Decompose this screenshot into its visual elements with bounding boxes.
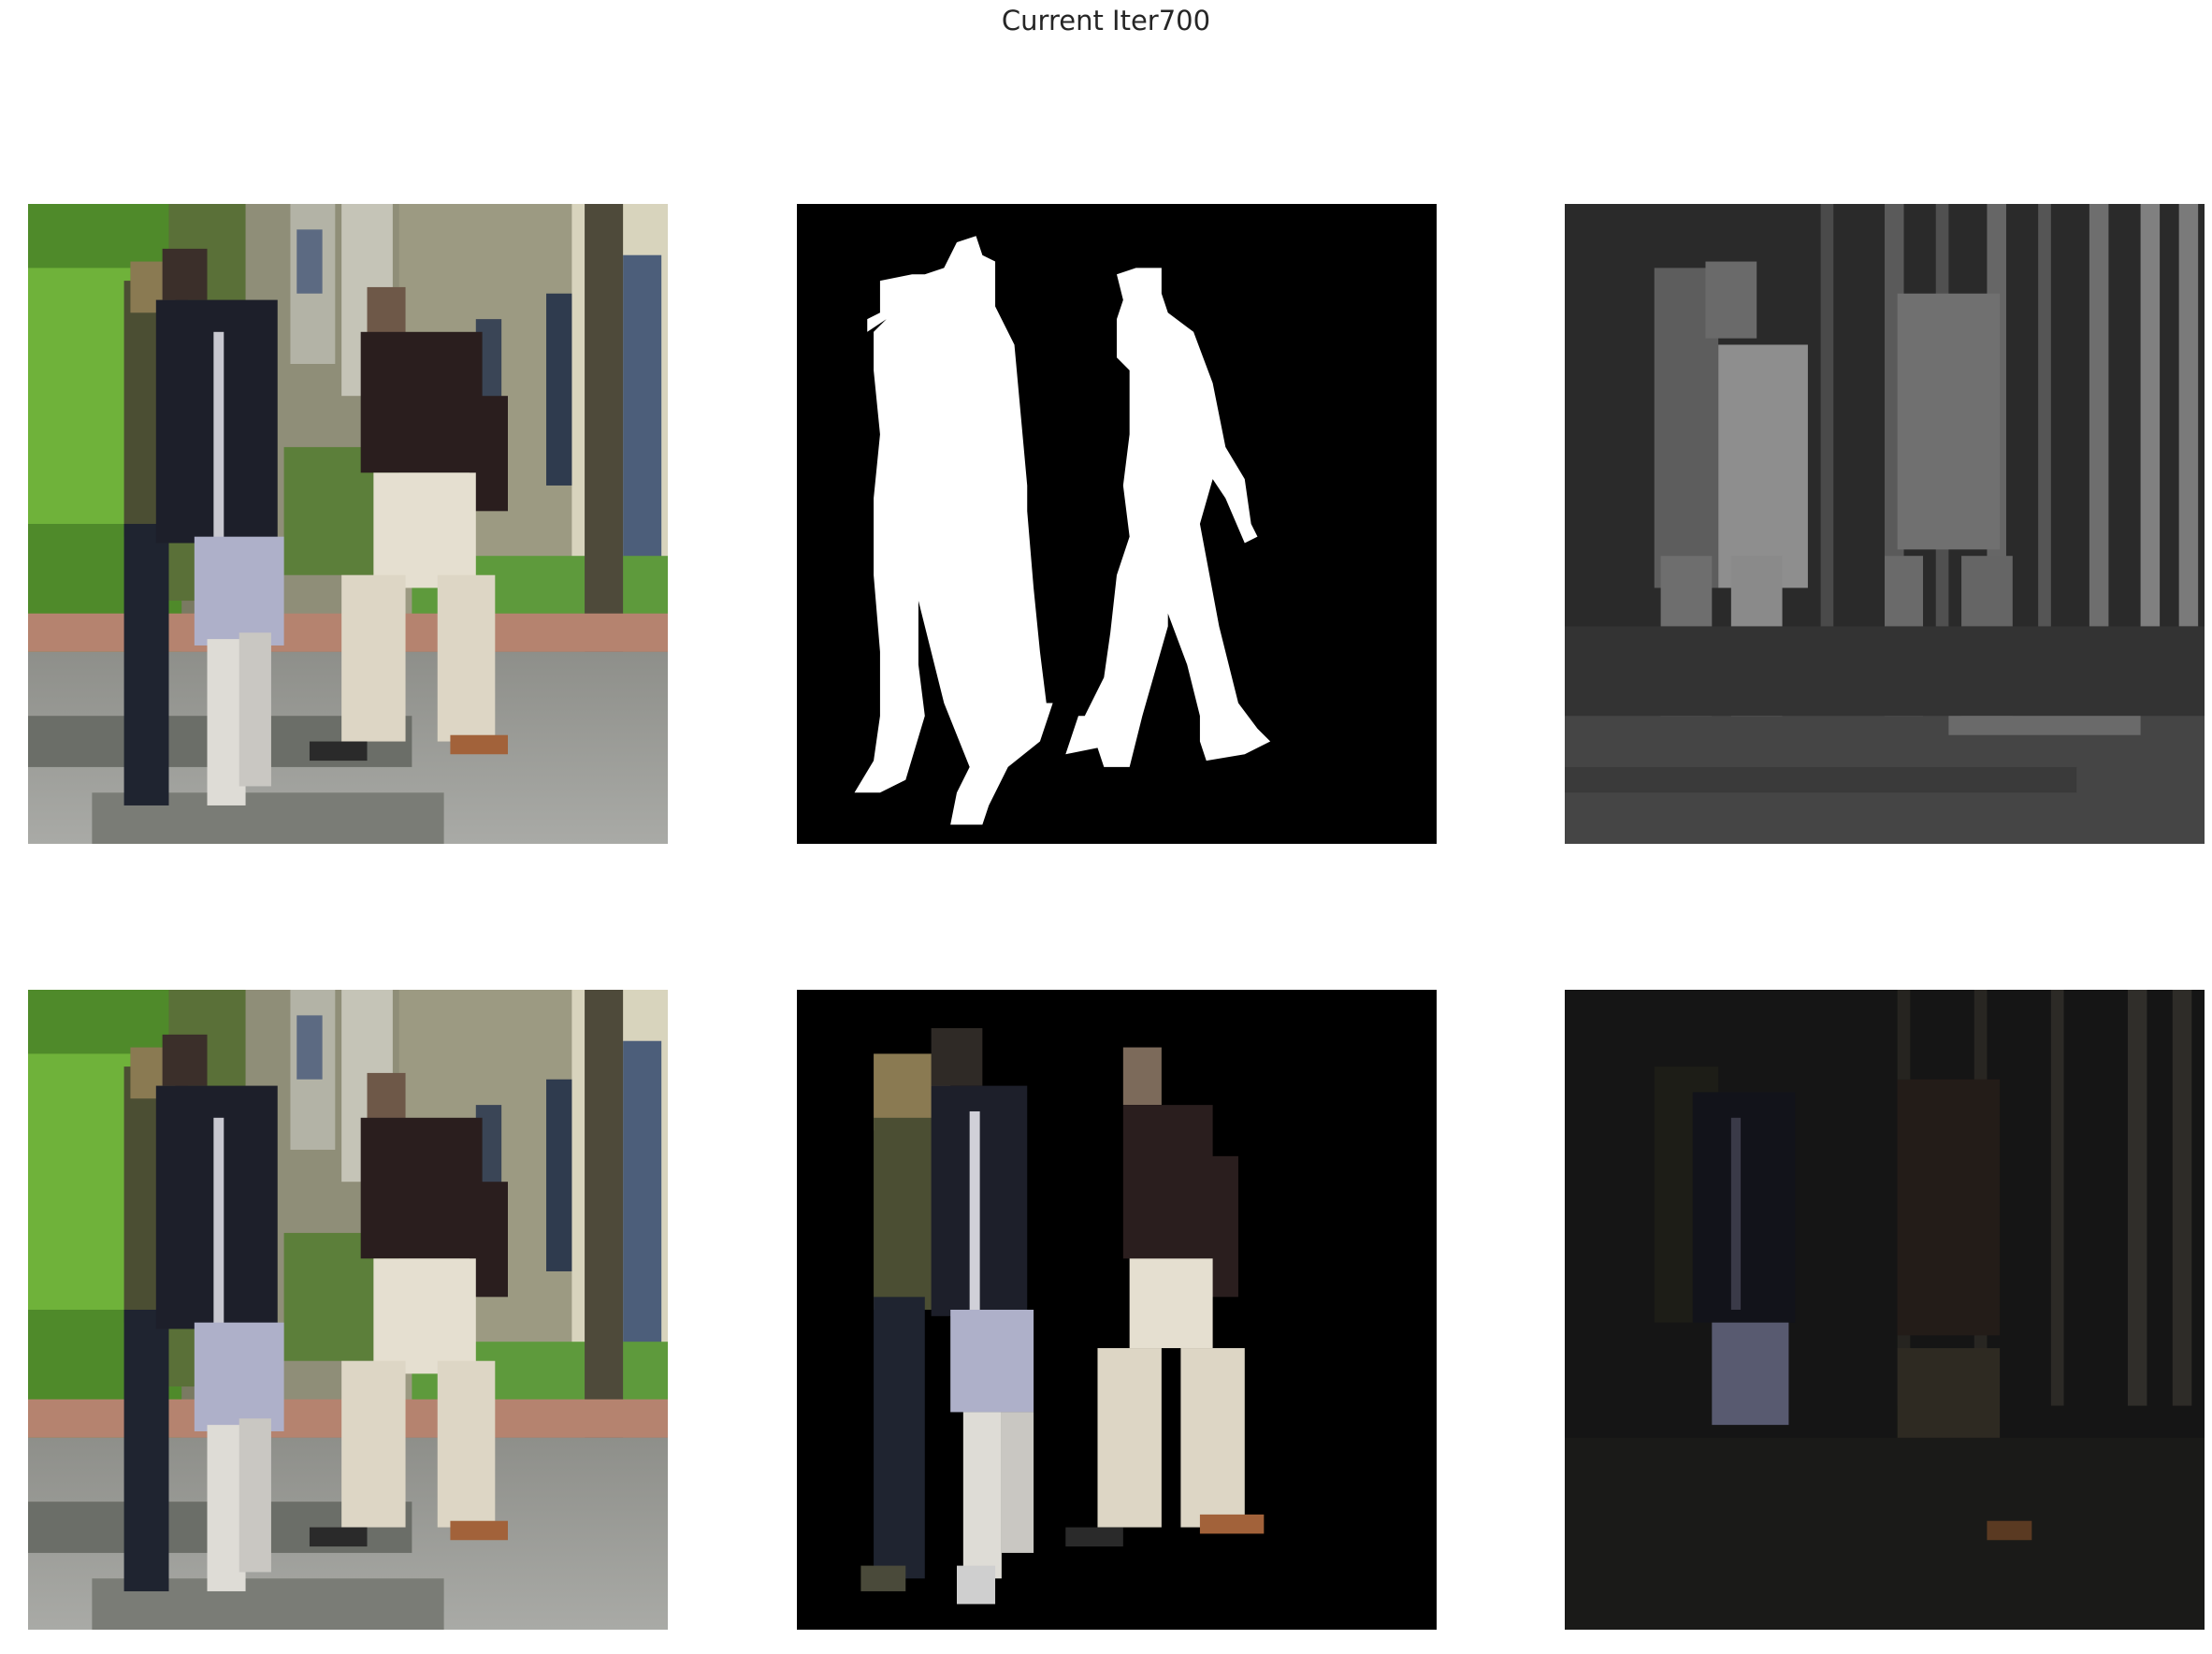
input-image-copy-panel [28,990,668,1630]
input-image [28,204,668,844]
masked-foreground-panel [797,990,1437,1630]
masked-foreground [797,990,1437,1630]
predicted-mask-panel [1565,204,2205,844]
input-image-panel [28,204,668,844]
ground-truth-mask-panel [797,204,1437,844]
figure-title: Current Iter700 [1001,5,1211,36]
ground-truth-mask [797,204,1437,844]
predicted-foreground-panel [1565,990,2205,1630]
input-image-copy [28,990,668,1630]
predicted-mask [1565,204,2205,844]
predicted-foreground [1565,990,2205,1630]
